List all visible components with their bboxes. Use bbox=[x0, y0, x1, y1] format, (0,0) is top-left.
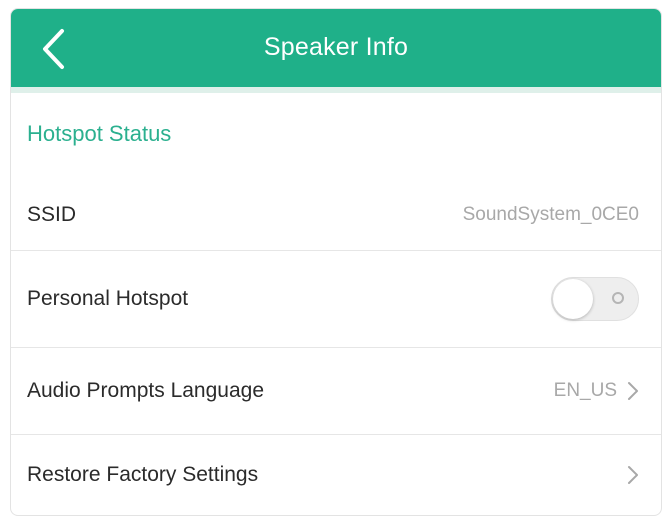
speaker-info-screen: Speaker Info Hotspot Status SSID SoundSy… bbox=[10, 8, 662, 516]
toggle-knob bbox=[553, 279, 593, 319]
audio-prompts-language-value: EN_US bbox=[553, 380, 617, 401]
chevron-right-icon bbox=[628, 382, 638, 400]
restore-factory-settings-row[interactable]: Restore Factory Settings bbox=[11, 435, 661, 515]
ssid-row: SSID SoundSystem_0CE0 bbox=[11, 171, 661, 259]
page-title: Speaker Info bbox=[263, 33, 409, 61]
chevron-right-icon bbox=[628, 466, 638, 484]
nav-bar: Speaker Info bbox=[11, 9, 661, 93]
section-header-hotspot-status: Hotspot Status bbox=[27, 121, 172, 146]
toggle-off-indicator-icon bbox=[612, 292, 624, 304]
audio-prompts-language-value-group: EN_US bbox=[554, 380, 639, 402]
restore-factory-settings-label: Restore Factory Settings bbox=[27, 463, 259, 486]
audio-prompts-language-label: Audio Prompts Language bbox=[27, 379, 264, 402]
personal-hotspot-label: Personal Hotspot bbox=[27, 287, 189, 310]
ssid-label: SSID bbox=[27, 203, 77, 226]
personal-hotspot-row: Personal Hotspot bbox=[11, 251, 661, 347]
ssid-value: SoundSystem_0CE0 bbox=[462, 204, 639, 225]
audio-prompts-language-row[interactable]: Audio Prompts Language EN_US bbox=[11, 348, 661, 434]
personal-hotspot-toggle[interactable] bbox=[551, 277, 639, 321]
